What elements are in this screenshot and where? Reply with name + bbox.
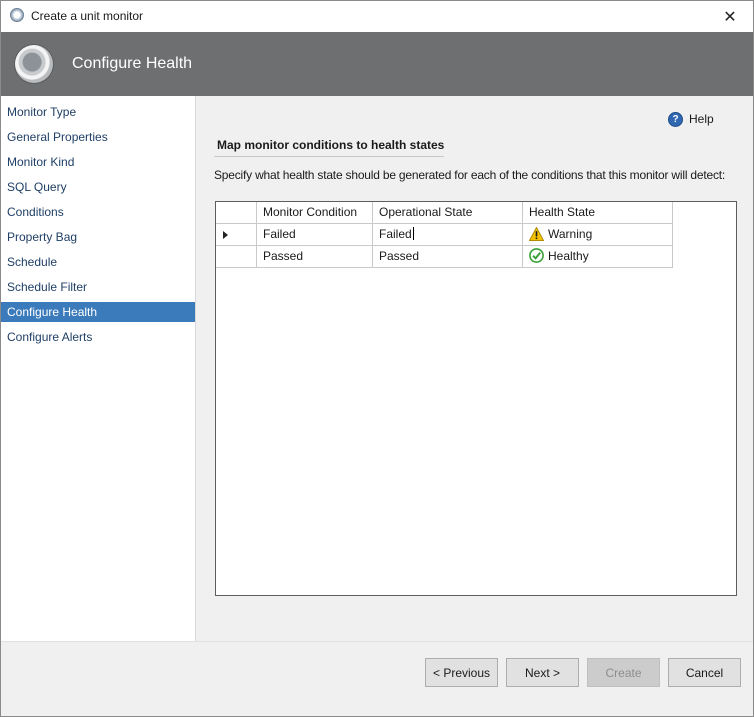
row-selector[interactable] <box>216 246 257 268</box>
nav-item-configure-health[interactable]: Configure Health <box>1 302 195 322</box>
grid-corner-cell <box>216 202 257 224</box>
help-icon: ? <box>668 111 683 127</box>
wizard-steps-nav: Monitor Type General Properties Monitor … <box>1 96 196 641</box>
app-icon <box>10 8 24 22</box>
nav-item-general-properties[interactable]: General Properties <box>1 127 195 147</box>
cell-health-state-dropdown[interactable]: Healthy <box>523 246 673 268</box>
monitor-wizard-icon <box>15 45 53 83</box>
nav-item-configure-alerts[interactable]: Configure Alerts <box>1 327 195 347</box>
wizard-header: Configure Health <box>1 32 753 96</box>
next-button[interactable]: Next > <box>506 658 579 687</box>
nav-item-monitor-kind[interactable]: Monitor Kind <box>1 152 195 172</box>
row-selector[interactable] <box>216 224 257 246</box>
section-title: Map monitor conditions to health states <box>217 138 445 152</box>
section-description: Specify what health state should be gene… <box>214 168 726 182</box>
column-header-monitor-condition[interactable]: Monitor Condition <box>257 202 373 224</box>
nav-item-sql-query[interactable]: SQL Query <box>1 177 195 197</box>
warning-icon <box>529 227 544 241</box>
close-button[interactable]: ✕ <box>707 1 753 32</box>
cancel-button[interactable]: Cancel <box>668 658 741 687</box>
cell-monitor-condition: Failed <box>257 224 373 246</box>
close-icon: ✕ <box>723 8 737 26</box>
help-link[interactable]: ? Help <box>668 111 714 127</box>
help-label: Help <box>689 112 714 126</box>
create-button[interactable]: Create <box>587 658 660 687</box>
nav-item-schedule[interactable]: Schedule <box>1 252 195 272</box>
wizard-window: Create a unit monitor ✕ Configure Health… <box>0 0 754 717</box>
healthy-check-icon <box>529 248 544 263</box>
previous-button[interactable]: < Previous <box>425 658 498 687</box>
text-caret <box>412 227 414 240</box>
nav-item-schedule-filter[interactable]: Schedule Filter <box>1 277 195 297</box>
window-title: Create a unit monitor <box>31 9 144 23</box>
cell-monitor-condition: Passed <box>257 246 373 268</box>
health-state-value: Warning <box>548 227 593 241</box>
nav-item-monitor-type[interactable]: Monitor Type <box>1 102 195 122</box>
page-title: Configure Health <box>72 55 193 72</box>
health-mapping-grid: Monitor Condition Operational State Heal… <box>215 201 737 596</box>
column-header-health-state[interactable]: Health State <box>523 202 673 224</box>
column-header-operational-state[interactable]: Operational State <box>373 202 523 224</box>
section-divider <box>214 156 444 157</box>
footer-divider <box>1 641 753 642</box>
title-bar: Create a unit monitor ✕ <box>1 1 753 32</box>
cell-health-state-dropdown[interactable]: Warning <box>523 224 673 246</box>
health-state-value: Healthy <box>548 249 589 263</box>
cell-operational-state-editor[interactable]: Failed <box>373 224 523 246</box>
cell-operational-state[interactable]: Passed <box>373 246 523 268</box>
cell-operational-state: Failed <box>379 227 412 241</box>
current-row-indicator-icon <box>223 231 228 239</box>
nav-item-property-bag[interactable]: Property Bag <box>1 227 195 247</box>
nav-item-conditions[interactable]: Conditions <box>1 202 195 222</box>
